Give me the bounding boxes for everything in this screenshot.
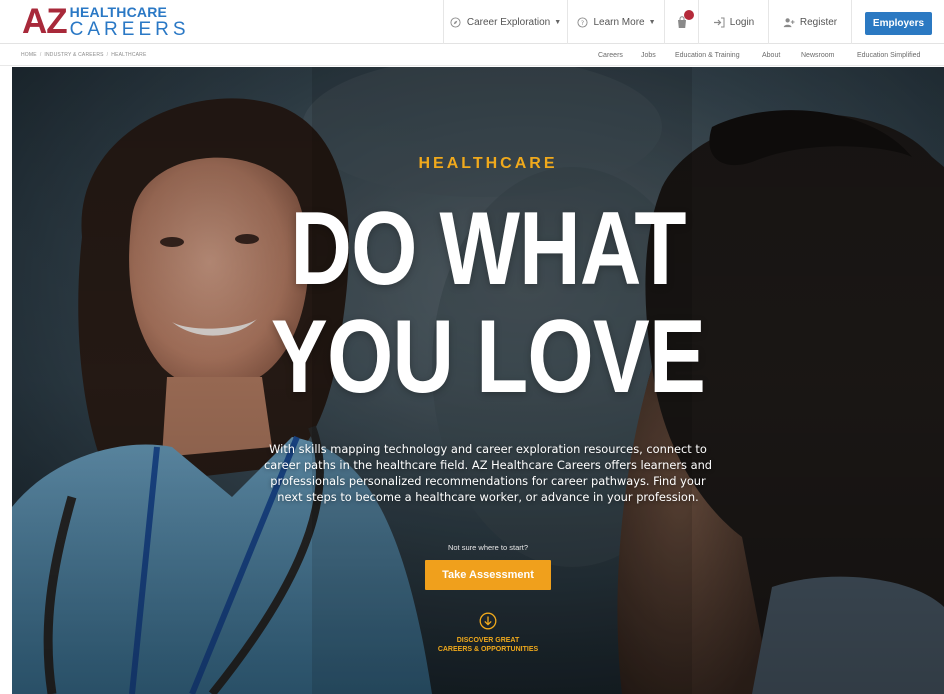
subnav-careers[interactable]: Careers: [598, 44, 623, 66]
nav-register[interactable]: Register: [768, 0, 852, 44]
logo-initials: AZ: [22, 2, 68, 41]
caret-down-icon: ▼: [554, 18, 562, 26]
hero-banner: HEALTHCARE DO WHAT YOU LOVE With skills …: [12, 67, 944, 694]
hero-kicker: HEALTHCARE: [418, 155, 558, 172]
nav-login[interactable]: Login: [698, 0, 768, 44]
take-assessment-button[interactable]: Take Assessment: [425, 560, 551, 590]
subnav-education-training[interactable]: Education & Training: [675, 44, 740, 66]
nav-learn-more-label: Learn More: [593, 16, 645, 28]
site-header: AZ HEALTHCARE CAREERS Career Exploration…: [0, 0, 944, 44]
question-circle-icon: ?: [576, 16, 588, 28]
site-logo[interactable]: AZ HEALTHCARE CAREERS: [22, 4, 190, 40]
shopping-bag-icon: [675, 10, 694, 29]
breadcrumb-current: HEALTHCARE: [111, 52, 147, 58]
discover-line-2: CAREERS & OPPORTUNITIES: [437, 645, 539, 653]
nav-login-label: Login: [729, 16, 755, 28]
subnav-about[interactable]: About: [762, 44, 780, 66]
nav-learn-more[interactable]: ? Learn More ▼: [567, 0, 664, 44]
compass-icon: [450, 16, 462, 28]
logo-top-word: HEALTHCARE: [69, 4, 168, 20]
hero-description: With skills mapping technology and caree…: [263, 442, 713, 504]
breadcrumb-industry[interactable]: INDUSTRY & CAREERS: [44, 52, 103, 58]
nav-notifications[interactable]: [664, 0, 698, 44]
discover-line-1: DISCOVER GREAT: [456, 637, 520, 644]
hero-prompt: Not sure where to start?: [447, 543, 529, 552]
arrow-down-circle-icon[interactable]: [479, 612, 497, 630]
hero-content: HEALTHCARE DO WHAT YOU LOVE With skills …: [12, 67, 944, 694]
svg-text:?: ?: [581, 18, 584, 26]
nav-career-exploration[interactable]: Career Exploration ▼: [443, 0, 567, 44]
subnav-education-simplified[interactable]: Education Simplified: [857, 44, 920, 66]
nav-career-exploration-label: Career Exploration: [466, 16, 551, 28]
hero-title: DO WHAT YOU LOVE: [98, 195, 879, 411]
employers-button[interactable]: Employers: [865, 12, 932, 35]
discover-careers-link[interactable]: DISCOVER GREAT CAREERS & OPPORTUNITIES: [12, 637, 944, 654]
logo-wordmark: HEALTHCARE CAREERS: [70, 5, 190, 39]
hero-title-line-2: YOU LOVE: [270, 299, 706, 415]
hero-title-line-1: DO WHAT: [290, 191, 686, 307]
sign-in-icon: [713, 16, 725, 28]
breadcrumb-separator: /: [106, 52, 109, 58]
sub-navigation: HOME / INDUSTRY & CAREERS / HEALTHCARE C…: [0, 44, 944, 66]
breadcrumb-separator: /: [39, 52, 42, 58]
user-plus-icon: [783, 16, 795, 28]
subnav-jobs[interactable]: Jobs: [641, 44, 656, 66]
breadcrumb-home[interactable]: HOME: [21, 52, 37, 58]
subnav-newsroom[interactable]: Newsroom: [801, 44, 834, 66]
notification-badge: [683, 10, 694, 20]
caret-down-icon: ▼: [648, 18, 656, 26]
breadcrumb: HOME / INDUSTRY & CAREERS / HEALTHCARE: [21, 44, 147, 66]
nav-register-label: Register: [799, 16, 838, 28]
logo-bottom-word: CAREERS: [69, 19, 190, 40]
